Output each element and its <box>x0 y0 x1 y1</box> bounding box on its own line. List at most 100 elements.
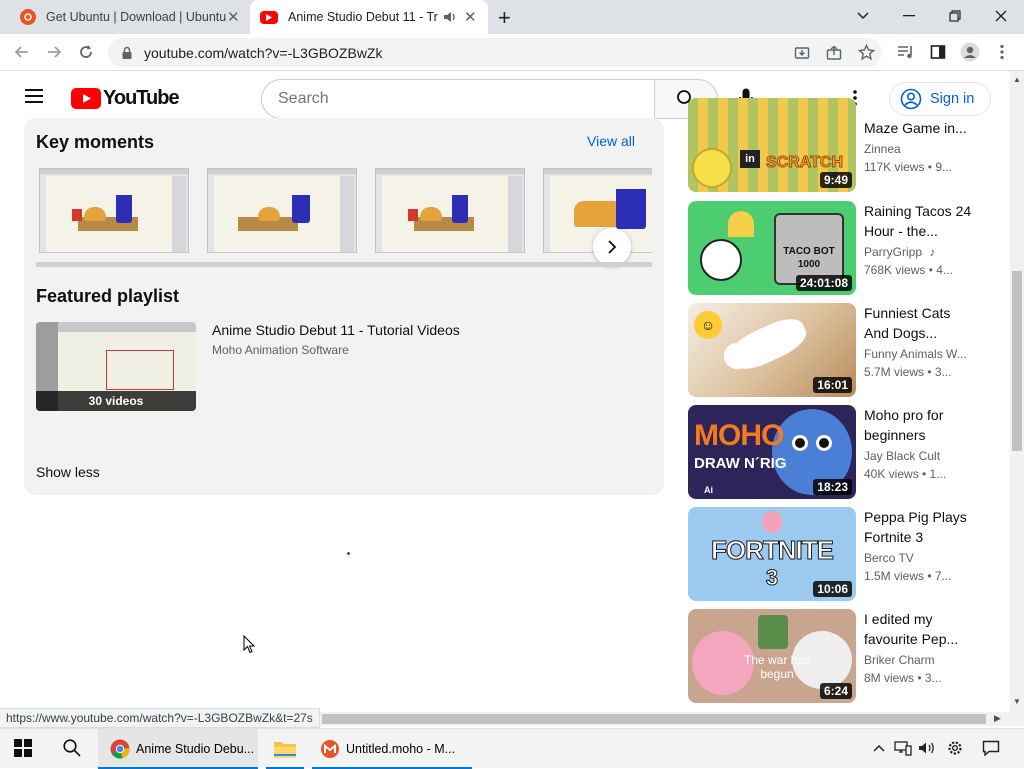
file-explorer-icon <box>274 742 296 758</box>
video-duration: 24:01:08 <box>795 275 852 291</box>
video-meta: 768K views • 4... <box>864 263 953 277</box>
key-moments-title: Key moments <box>36 132 155 152</box>
scroll-right-arrow-icon[interactable]: ▶ <box>994 713 1001 724</box>
loading-indicator <box>347 552 350 555</box>
video-title[interactable]: Funniest Cats And Dogs... <box>864 303 974 343</box>
show-hidden-icons-button[interactable] <box>868 737 890 759</box>
taskbar-search-button[interactable] <box>62 738 82 763</box>
gear-icon <box>948 741 962 755</box>
close-tab-icon[interactable]: ✕ <box>464 8 477 26</box>
forward-button[interactable] <box>40 38 68 66</box>
key-moment-thumbnail[interactable] <box>375 168 525 253</box>
video-title[interactable]: Moho pro for beginners <box>864 405 974 445</box>
audio-playing-icon[interactable] <box>443 10 457 27</box>
install-app-icon[interactable] <box>794 45 810 61</box>
key-moments-next-button[interactable] <box>593 228 631 266</box>
mouse-cursor-icon <box>243 635 255 654</box>
media-controls-button[interactable] <box>892 38 920 66</box>
video-title[interactable]: Maze Game in... <box>864 118 974 138</box>
bookmark-star-icon[interactable] <box>858 44 875 61</box>
tab-get-ubuntu[interactable]: Get Ubuntu | Download | Ubuntu ✕ <box>10 0 250 34</box>
search-input[interactable]: Search <box>261 79 655 119</box>
video-thumbnail[interactable]: ☺ 16:01 <box>688 303 856 397</box>
related-video-item[interactable]: TACO BOT 1000 24:01:08 Raining Tacos 24 … <box>688 201 1008 295</box>
reload-button[interactable] <box>72 38 100 66</box>
windows-taskbar: Anime Studio Debu... Untitled.moho - M..… <box>0 728 1024 769</box>
scroll-down-arrow-icon[interactable]: ▼ <box>1013 697 1021 706</box>
profile-button[interactable] <box>956 38 984 66</box>
close-window-button[interactable] <box>978 3 1024 29</box>
video-channel[interactable]: ParryGripp ♪ <box>864 245 935 259</box>
featured-playlist-title: Featured playlist <box>36 286 180 306</box>
video-thumbnail[interactable]: in SCRATCH 9:49 <box>688 98 856 192</box>
view-all-link[interactable]: View all <box>587 133 635 149</box>
notifications-button[interactable] <box>980 737 1002 759</box>
playlist-title[interactable]: Anime Studio Debut 11 - Tutorial Videos <box>212 322 460 338</box>
chrome-icon <box>110 739 130 759</box>
video-channel[interactable]: Zinnea <box>864 142 901 156</box>
video-channel[interactable]: Funny Animals W... <box>864 347 967 361</box>
guide-menu-button[interactable] <box>24 88 46 110</box>
windows-logo-icon <box>14 739 32 757</box>
tab-title: Anime Studio Debut 11 - Tra <box>288 10 438 24</box>
chevron-up-icon <box>873 744 885 752</box>
new-tab-button[interactable]: + <box>498 5 511 31</box>
video-thumbnail[interactable]: The war has begun 6:24 <box>688 609 856 703</box>
video-channel[interactable]: Briker Charm <box>864 653 935 667</box>
side-panel-icon <box>930 45 946 59</box>
close-tab-icon[interactable]: ✕ <box>227 8 240 26</box>
related-video-item[interactable]: in SCRATCH 9:49 Maze Game in... Zinnea 1… <box>688 98 1008 192</box>
related-video-item[interactable]: FORTNITE 3 10:06 Peppa Pig Plays Fortnit… <box>688 507 1008 601</box>
vertical-scrollbar[interactable]: ▲ ▼ <box>1010 71 1024 712</box>
url-text[interactable]: youtube.com/watch?v=-L3GBOZBwZk <box>144 45 383 61</box>
moho-icon <box>321 740 339 758</box>
back-button[interactable] <box>8 38 36 66</box>
related-video-item[interactable]: The war has begun 6:24 I edited my favou… <box>688 609 1008 703</box>
side-panel-button[interactable] <box>924 38 952 66</box>
minimize-button[interactable] <box>886 3 932 29</box>
key-moment-thumbnail[interactable] <box>39 168 189 253</box>
video-duration: 16:01 <box>813 377 852 393</box>
playlist-thumbnail[interactable]: 30 videos <box>36 322 196 411</box>
taskbar-moho[interactable]: Untitled.moho - M... <box>312 729 472 769</box>
video-thumbnail[interactable]: FORTNITE 3 10:06 <box>688 507 856 601</box>
notification-icon <box>982 740 1000 756</box>
video-title[interactable]: I edited my favourite Pep... <box>864 609 974 649</box>
tab-search-button[interactable] <box>840 3 886 29</box>
video-title[interactable]: Raining Tacos 24 Hour - the... <box>864 201 974 241</box>
taco-sign: TACO BOT 1000 <box>783 246 835 270</box>
peppa-caption: The war has begun <box>743 653 811 681</box>
browser-tab-strip: Get Ubuntu | Download | Ubuntu ✕ Anime S… <box>0 0 1024 34</box>
taskbar-chrome[interactable]: Anime Studio Debu... <box>98 729 258 769</box>
key-moments-carousel <box>36 160 652 260</box>
network-icon <box>894 741 912 756</box>
laughing-emoji-icon: ☺ <box>694 311 722 339</box>
related-video-item[interactable]: MOHO DRAW N´RIG Ai 18:23 Moho pro for be… <box>688 405 1008 499</box>
playlist-channel[interactable]: Moho Animation Software <box>212 343 349 357</box>
youtube-logo[interactable]: YouTube <box>71 87 180 110</box>
browser-menu-button[interactable] <box>988 38 1016 66</box>
video-channel[interactable]: Jay Black Cult <box>864 449 940 463</box>
related-video-item[interactable]: ☺ 16:01 Funniest Cats And Dogs... Funny … <box>688 303 1008 397</box>
start-button[interactable] <box>14 739 32 762</box>
video-channel[interactable]: Berco TV <box>864 551 914 565</box>
key-moments-scrollbar[interactable] <box>36 262 652 267</box>
video-thumbnail[interactable]: TACO BOT 1000 24:01:08 <box>688 201 856 295</box>
tab-anime-studio[interactable]: Anime Studio Debut 11 - Tra ✕ <box>250 0 488 34</box>
video-thumbnail[interactable]: MOHO DRAW N´RIG Ai 18:23 <box>688 405 856 499</box>
settings-button[interactable] <box>944 737 966 759</box>
key-moment-thumbnail[interactable] <box>207 168 357 253</box>
scrollbar-thumb[interactable] <box>1012 271 1022 451</box>
volume-button[interactable] <box>916 737 938 759</box>
scroll-up-arrow-icon[interactable]: ▲ <box>1013 75 1021 84</box>
video-title[interactable]: Peppa Pig Plays Fortnite 3 <box>864 507 974 547</box>
back-arrow-icon <box>14 46 28 58</box>
taskbar-file-explorer[interactable] <box>262 729 308 769</box>
network-status-button[interactable] <box>892 737 914 759</box>
restore-button[interactable] <box>932 3 978 29</box>
show-less-button[interactable]: Show less <box>36 464 100 480</box>
scrollbar-thumb[interactable] <box>322 714 986 724</box>
share-icon[interactable] <box>826 45 842 61</box>
hamburger-menu-icon <box>25 89 43 103</box>
address-bar[interactable]: youtube.com/watch?v=-L3GBOZBwZk <box>108 38 882 67</box>
